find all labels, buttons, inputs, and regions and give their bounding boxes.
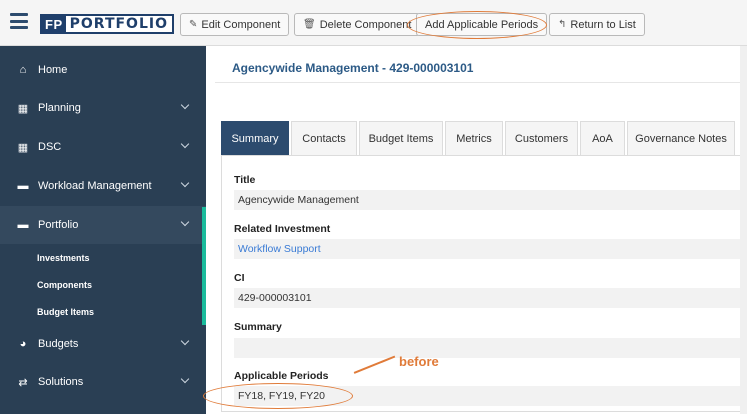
summary-value xyxy=(234,338,742,358)
sidebar-subitem-investments[interactable]: Investments xyxy=(37,253,90,263)
app-logo[interactable]: FP PORTFOLIO xyxy=(40,14,174,34)
tab-aoa[interactable]: AoA xyxy=(580,121,625,155)
trash-icon: 🗑 xyxy=(303,19,316,30)
sidebar-item-portfolio[interactable]: ▬ Portfolio xyxy=(0,206,206,244)
tab-governance-notes[interactable]: Governance Notes xyxy=(627,121,735,155)
page-title: Agencywide Management - 429-000003101 xyxy=(232,61,474,75)
return-to-list-button[interactable]: ↰ Return to List xyxy=(549,13,645,36)
chevron-down-icon xyxy=(180,374,190,384)
title-divider xyxy=(215,82,740,83)
exchange-icon: ⇄ xyxy=(18,376,28,389)
chevron-down-icon xyxy=(180,336,190,346)
title-value: Agencywide Management xyxy=(234,190,742,210)
sidebar-item-solutions[interactable]: ⇄ Solutions xyxy=(0,363,206,401)
sidebar-item-dsc[interactable]: ▦ DSC xyxy=(0,128,206,166)
sidebar-item-home[interactable]: ⌂ Home xyxy=(0,51,206,89)
chevron-down-icon xyxy=(180,100,190,110)
portfolio-submenu xyxy=(0,245,202,325)
sidebar-item-label: Budgets xyxy=(38,338,79,350)
return-to-list-label: Return to List xyxy=(570,18,636,31)
top-bar: FP PORTFOLIO ✎ Edit Component 🗑 Delete C… xyxy=(0,0,747,46)
table-icon: ▦ xyxy=(17,141,29,154)
ci-value: 429-000003101 xyxy=(234,288,742,308)
sidebar-subitem-budget-items[interactable]: Budget Items xyxy=(37,307,94,317)
sidebar-item-planning[interactable]: ▦ Planning xyxy=(0,89,206,127)
delete-component-label: Delete Component xyxy=(319,18,412,31)
chevron-down-icon xyxy=(180,139,190,149)
table-icon: ▦ xyxy=(17,102,29,115)
sidebar-item-label: Workload Management xyxy=(38,180,152,192)
return-icon: ↰ xyxy=(558,19,567,30)
home-icon: ⌂ xyxy=(19,64,27,76)
edit-component-label: Edit Component xyxy=(201,18,281,31)
tab-contacts[interactable]: Contacts xyxy=(291,121,357,155)
pie-chart-icon: ◕ xyxy=(19,338,27,350)
scrollbar[interactable] xyxy=(740,46,747,414)
sidebar-item-label: DSC xyxy=(38,141,62,153)
edit-component-button[interactable]: ✎ Edit Component xyxy=(180,13,290,36)
highlight-oval-add-periods xyxy=(407,11,547,39)
sidebar-subitem-components[interactable]: Components xyxy=(37,280,92,290)
ci-label: CI xyxy=(234,272,245,284)
sidebar-item-label: Portfolio xyxy=(38,219,79,231)
sidebar-item-label: Home xyxy=(38,64,68,76)
related-investment-label: Related Investment xyxy=(234,223,331,235)
title-label: Title xyxy=(234,174,256,186)
folder-icon: ▬ xyxy=(17,180,29,192)
sidebar-item-label: Solutions xyxy=(38,376,84,388)
tab-bar: Summary Contacts Budget Items Metrics Cu… xyxy=(221,121,737,155)
logo-text: PORTFOLIO xyxy=(69,16,168,32)
edit-icon: ✎ xyxy=(189,19,198,30)
sidebar-item-label: Planning xyxy=(38,102,81,114)
menu-toggle-icon[interactable] xyxy=(10,13,28,29)
logo-fp: FP xyxy=(42,16,66,32)
sidebar-item-workload-management[interactable]: ▬ Workload Management xyxy=(0,167,206,205)
tab-customers[interactable]: Customers xyxy=(505,121,578,155)
tab-budget-items[interactable]: Budget Items xyxy=(359,121,443,155)
active-section-indicator xyxy=(202,207,206,325)
related-investment-link[interactable]: Workflow Support xyxy=(234,239,742,259)
tab-metrics[interactable]: Metrics xyxy=(445,121,503,155)
summary-label: Summary xyxy=(234,321,282,333)
tab-summary[interactable]: Summary xyxy=(221,121,289,155)
applicable-periods-label: Applicable Periods xyxy=(234,370,329,382)
delete-component-button[interactable]: 🗑 Delete Component xyxy=(294,13,421,36)
chevron-down-icon xyxy=(180,178,190,188)
annotation-before-label: before xyxy=(399,354,439,369)
folder-icon: ▬ xyxy=(17,219,29,231)
sidebar-item-budgets[interactable]: ◕ Budgets xyxy=(0,325,206,363)
chevron-down-icon xyxy=(180,217,190,227)
highlight-oval-applicable-periods xyxy=(203,383,353,409)
